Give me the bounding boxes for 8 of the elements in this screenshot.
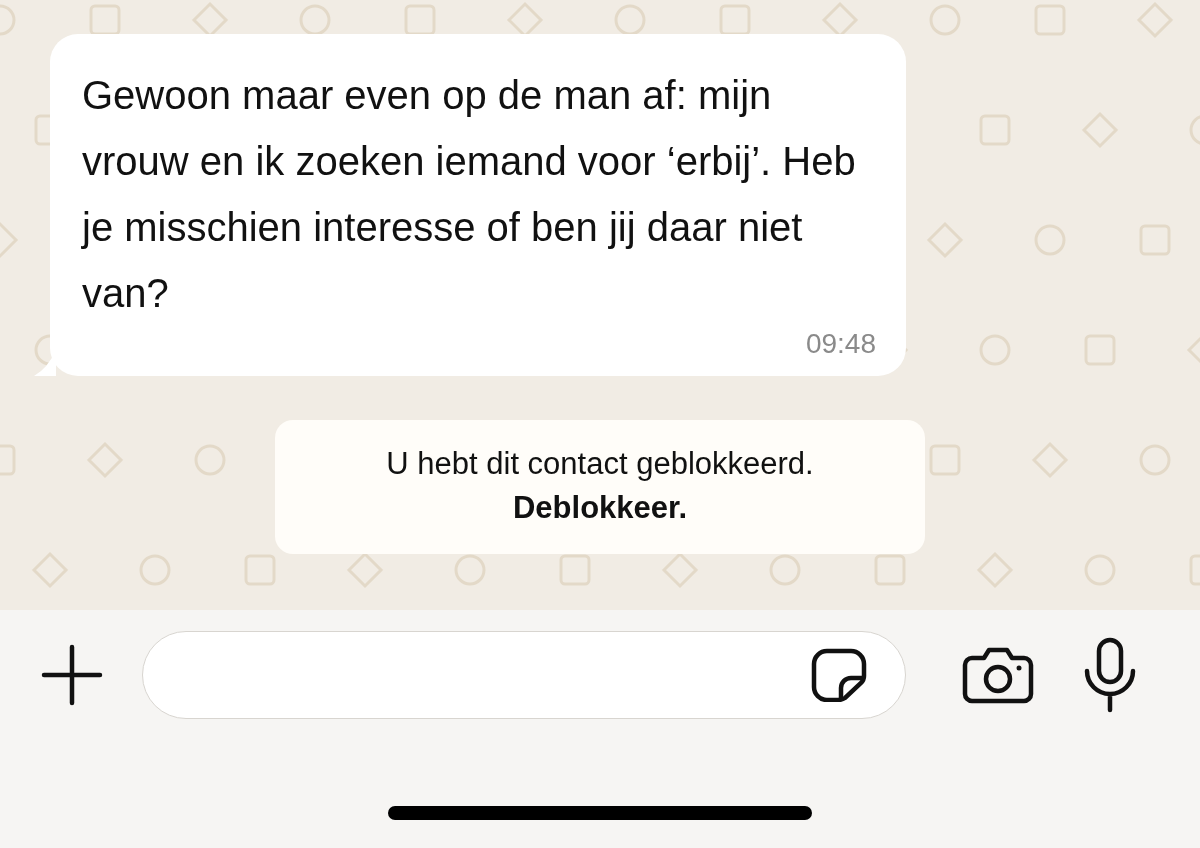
sticker-icon[interactable] [811,648,867,702]
camera-button[interactable] [962,646,1034,704]
message-time: 09:48 [804,328,876,360]
microphone-button[interactable] [1082,637,1138,713]
add-button[interactable] [40,643,104,707]
message-text: Gewoon maar even op de man af: mijn vrouw en ik zoeken iemand voor ‘erbij’. Heb je misschien interesse of ben jij daar niet van? [82,72,857,317]
notice-text: U hebt dit contact geblokkeerd. [386,445,814,483]
unblock-link[interactable]: Deblokkeer. [512,486,687,530]
